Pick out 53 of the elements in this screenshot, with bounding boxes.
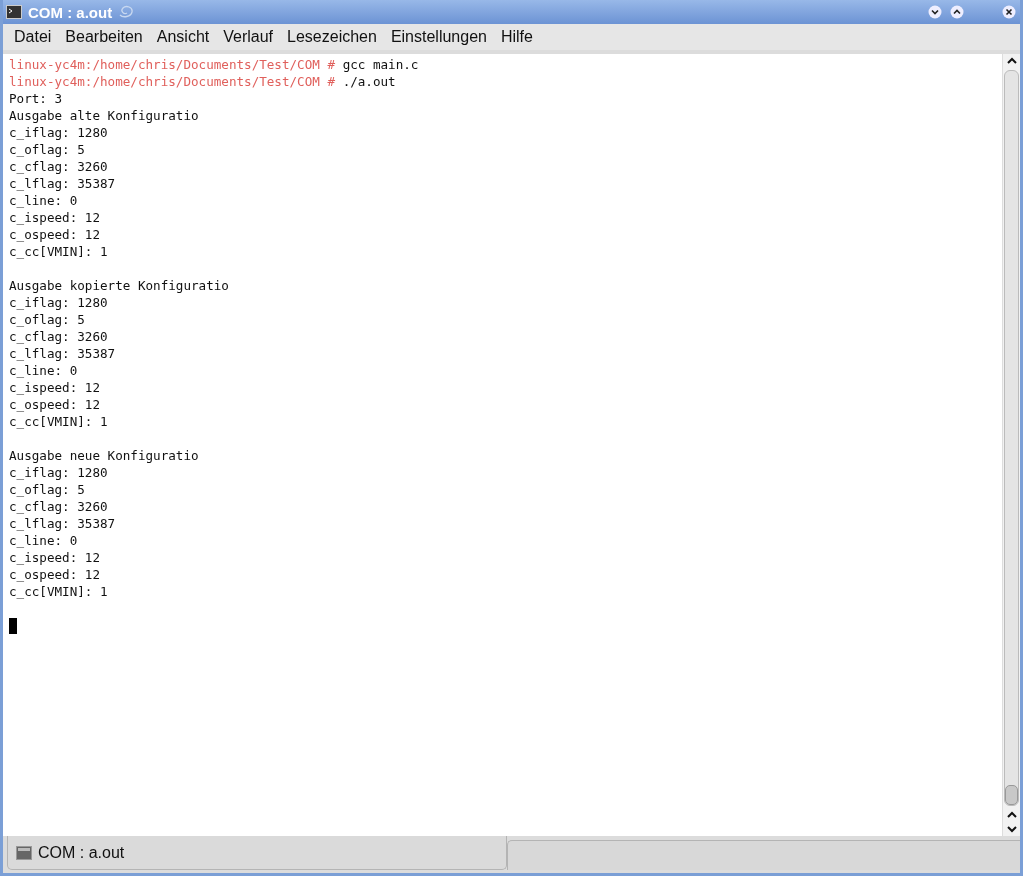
terminal-icon [16,845,32,860]
output-text: c_ispeed: 12 [9,210,100,225]
command-text: ./a.out [342,74,396,89]
scroll-down-icon[interactable] [1005,824,1018,834]
menu-item[interactable]: Hilfe [493,26,540,48]
session-tab[interactable]: COM : a.out [7,836,507,870]
output-text: c_cflag: 3260 [9,159,108,174]
window-title: COM : a.out [28,3,113,21]
text-cursor [9,618,17,634]
output-text: c_lflag: 35387 [9,176,116,191]
scroll-up-icon[interactable] [1005,810,1018,820]
shell-prompt: linux-yc4m:/home/chris/Documents/Test/COM # [9,74,336,89]
close-button[interactable] [1001,4,1017,20]
scrollbar[interactable] [1002,54,1020,836]
output-text: c_lflag: 35387 [9,346,116,361]
output-text: c_cc[VMIN]: 1 [9,584,108,599]
output-text: c_iflag: 1280 [9,465,108,480]
output-text: c_iflag: 1280 [9,125,108,140]
output-text: c_cc[VMIN]: 1 [9,414,108,429]
menu-item[interactable]: Lesezeichen [280,26,384,48]
output-text: c_line: 0 [9,193,78,208]
output-text: Ausgabe alte Konfiguratio [9,108,199,123]
command-text: gcc main.c [342,57,419,72]
output-text: c_cflag: 3260 [9,329,108,344]
output-text: c_cc[VMIN]: 1 [9,244,108,259]
output-text: c_ospeed: 12 [9,567,100,582]
output-text: c_iflag: 1280 [9,295,108,310]
output-text: c_ispeed: 12 [9,380,100,395]
output-text: c_ispeed: 12 [9,550,100,565]
menu-item[interactable]: Bearbeiten [58,26,150,48]
output-text: Ausgabe kopierte Konfiguratio [9,278,229,293]
menu-item[interactable]: Verlauf [216,26,281,48]
menu-item[interactable]: Ansicht [149,26,217,48]
output-text: c_cflag: 3260 [9,499,108,514]
terminal-icon [6,5,22,19]
output-text: c_ospeed: 12 [9,227,100,242]
output-text: c_oflag: 5 [9,312,85,327]
output-text: Port: 3 [9,91,63,106]
shell-prompt: linux-yc4m:/home/chris/Documents/Test/COM # [9,57,336,72]
menu-item[interactable]: Einstellungen [383,26,494,48]
output-text: c_line: 0 [9,363,78,378]
output-text: c_oflag: 5 [9,482,85,497]
output-text: Ausgabe neue Konfiguratio [9,448,199,463]
output-text: c_lflag: 35387 [9,516,116,531]
maximize-button[interactable] [949,4,965,20]
swirl-icon [118,5,135,19]
output-text: c_oflag: 5 [9,142,85,157]
scroll-up-icon[interactable] [1005,56,1018,66]
output-text: c_line: 0 [9,533,78,548]
menu-item[interactable]: Datei [7,26,59,48]
output-text: c_ospeed: 12 [9,397,100,412]
minimize-button[interactable] [927,4,943,20]
scrollbar-thumb[interactable] [1005,785,1018,805]
